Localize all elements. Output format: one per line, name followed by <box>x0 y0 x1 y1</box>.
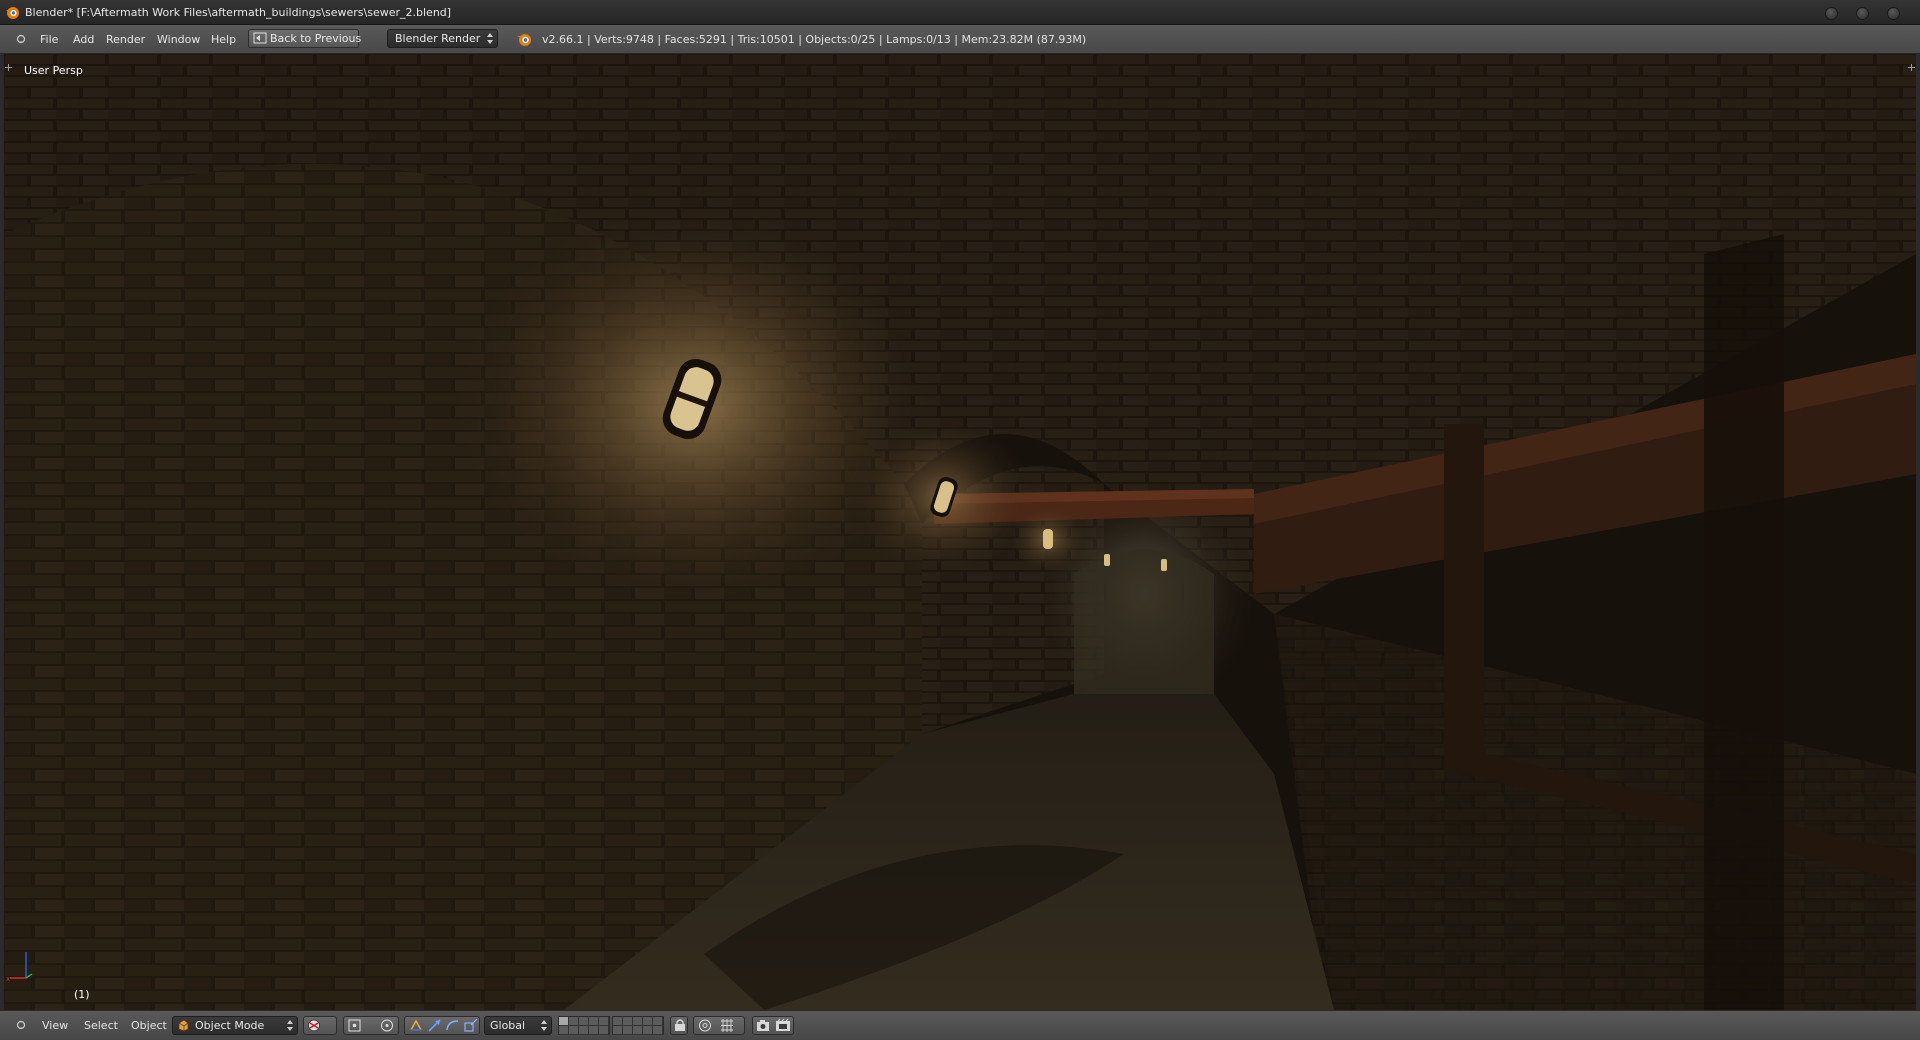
object-mode-icon <box>178 1019 189 1032</box>
interaction-mode-value: Object Mode <box>195 1019 265 1032</box>
menu-window[interactable]: Window <box>157 33 200 46</box>
menu-render[interactable]: Render <box>106 33 145 46</box>
editor-type-icon[interactable] <box>14 1018 28 1032</box>
area-split-corner-icon[interactable] <box>5 64 12 71</box>
window-titlebar: Blender* [F:\Aftermath Work Files\afterm… <box>0 0 1920 25</box>
back-to-previous-button[interactable]: Back to Previous <box>248 29 362 48</box>
manipulator-icon[interactable] <box>378 1018 396 1033</box>
shading-dropdown[interactable] <box>303 1016 337 1035</box>
dropdown-arrows-icon <box>287 1020 293 1031</box>
area-split-corner-icon[interactable] <box>1908 64 1915 71</box>
rotate-icon[interactable] <box>444 1018 462 1033</box>
render-engine-value: Blender Render <box>395 32 481 45</box>
translate-arrow-icon[interactable] <box>426 1018 444 1033</box>
current-frame-label: (1) <box>74 988 90 1001</box>
menu-file[interactable]: File <box>40 33 58 46</box>
snap-group <box>693 1016 745 1035</box>
scene-stats: v2.66.1 | Verts:9748 | Faces:5291 | Tris… <box>542 33 1087 46</box>
layer-lock-button[interactable] <box>670 1016 688 1035</box>
translate-icon[interactable] <box>407 1018 425 1033</box>
viewport-render <box>4 54 1916 1010</box>
blender-app-icon <box>6 7 19 19</box>
snap-icon[interactable] <box>718 1018 736 1033</box>
info-header: File Add Render Window Help Back to Prev… <box>0 25 1920 54</box>
layers-group-1[interactable] <box>558 1016 610 1035</box>
transform-orientation-value: Global <box>490 1019 526 1032</box>
proportional-edit-icon[interactable] <box>696 1018 714 1033</box>
back-to-previous-label: Back to Previous <box>270 32 362 45</box>
view-name-label: User Persp <box>24 64 83 77</box>
axis-gizmo-icon: x <box>6 952 33 983</box>
svg-text:x: x <box>6 975 10 983</box>
menu-add[interactable]: Add <box>73 33 94 46</box>
scale-icon[interactable] <box>462 1018 480 1033</box>
screen-back-icon <box>253 32 267 44</box>
menu-select[interactable]: Select <box>84 1019 118 1032</box>
shading-icon <box>308 1019 320 1032</box>
maximize-icon[interactable] <box>1856 7 1869 20</box>
render-group <box>752 1016 794 1035</box>
blender-logo-icon <box>517 34 531 46</box>
interaction-mode-dropdown[interactable]: Object Mode <box>172 1016 298 1035</box>
viewport-header: View Select Object Object Mode Global <box>0 1010 1920 1040</box>
menu-help[interactable]: Help <box>211 33 236 46</box>
dropdown-arrows-icon <box>541 1020 547 1031</box>
3d-viewport[interactable]: User Persp x (1) <box>4 54 1916 1010</box>
transform-orientation-dropdown[interactable]: Global <box>484 1016 552 1035</box>
editor-type-icon[interactable] <box>14 32 28 46</box>
render-icon[interactable] <box>755 1018 773 1033</box>
transform-tools <box>404 1016 480 1035</box>
pivot-icon[interactable] <box>346 1018 364 1033</box>
layers-group-2[interactable] <box>612 1016 664 1035</box>
close-icon[interactable] <box>1887 7 1900 20</box>
menu-object[interactable]: Object <box>131 1019 167 1032</box>
render-anim-icon[interactable] <box>774 1018 792 1033</box>
window-title: Blender* [F:\Aftermath Work Files\afterm… <box>25 6 452 19</box>
pivot-group <box>343 1016 399 1035</box>
lock-icon <box>675 1019 685 1031</box>
dropdown-arrows-icon <box>487 33 493 44</box>
render-engine-dropdown[interactable]: Blender Render <box>387 29 498 48</box>
minimize-icon[interactable] <box>1825 7 1838 20</box>
menu-view[interactable]: View <box>42 1019 68 1032</box>
